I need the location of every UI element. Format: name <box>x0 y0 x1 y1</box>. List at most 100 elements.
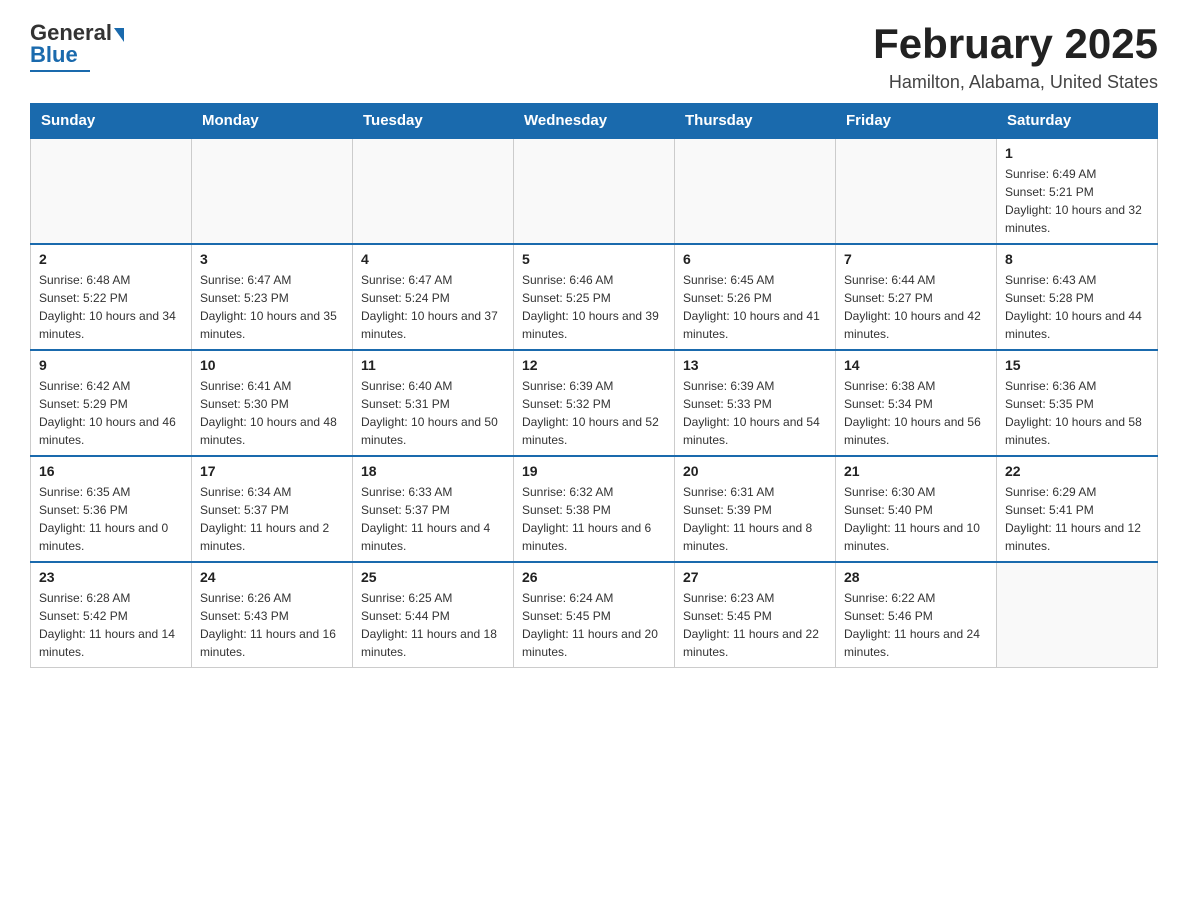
calendar-day-cell <box>31 138 192 244</box>
logo: General Blue <box>30 20 126 72</box>
calendar-day-cell: 3 Sunrise: 6:47 AMSunset: 5:23 PMDaylight… <box>192 244 353 350</box>
day-info: Sunrise: 6:23 AMSunset: 5:45 PMDaylight:… <box>683 589 827 661</box>
calendar-day-cell: 6 Sunrise: 6:45 AMSunset: 5:26 PMDaylight… <box>675 244 836 350</box>
calendar-day-cell: 8 Sunrise: 6:43 AMSunset: 5:28 PMDaylight… <box>997 244 1158 350</box>
weekday-header-saturday: Saturday <box>997 104 1158 139</box>
calendar-table: SundayMondayTuesdayWednesdayThursdayFrid… <box>30 103 1158 668</box>
logo-blue-text: Blue <box>30 42 78 68</box>
location-subtitle: Hamilton, Alabama, United States <box>873 72 1158 93</box>
day-number: 5 <box>522 251 666 267</box>
day-number: 4 <box>361 251 505 267</box>
day-info: Sunrise: 6:22 AMSunset: 5:46 PMDaylight:… <box>844 589 988 661</box>
day-number: 22 <box>1005 463 1149 479</box>
day-number: 17 <box>200 463 344 479</box>
day-info: Sunrise: 6:30 AMSunset: 5:40 PMDaylight:… <box>844 483 988 555</box>
day-info: Sunrise: 6:44 AMSunset: 5:27 PMDaylight:… <box>844 271 988 343</box>
day-info: Sunrise: 6:33 AMSunset: 5:37 PMDaylight:… <box>361 483 505 555</box>
calendar-day-cell: 1 Sunrise: 6:49 AMSunset: 5:21 PMDaylight… <box>997 138 1158 244</box>
day-number: 13 <box>683 357 827 373</box>
calendar-day-cell: 14 Sunrise: 6:38 AMSunset: 5:34 PMDayligh… <box>836 350 997 456</box>
weekday-header-wednesday: Wednesday <box>514 104 675 139</box>
calendar-day-cell: 7Sunrise: 6:44 AMSunset: 5:27 PMDaylight… <box>836 244 997 350</box>
day-number: 21 <box>844 463 988 479</box>
calendar-week-3: 9 Sunrise: 6:42 AMSunset: 5:29 PMDaylight… <box>31 350 1158 456</box>
calendar-header: SundayMondayTuesdayWednesdayThursdayFrid… <box>31 104 1158 139</box>
weekday-header-monday: Monday <box>192 104 353 139</box>
day-info: Sunrise: 6:49 AMSunset: 5:21 PMDaylight:… <box>1005 165 1149 237</box>
calendar-day-cell: 17 Sunrise: 6:34 AMSunset: 5:37 PMDayligh… <box>192 456 353 562</box>
day-number: 24 <box>200 569 344 585</box>
day-info: Sunrise: 6:36 AMSunset: 5:35 PMDaylight:… <box>1005 377 1149 449</box>
day-number: 15 <box>1005 357 1149 373</box>
calendar-day-cell: 19 Sunrise: 6:32 AMSunset: 5:38 PMDayligh… <box>514 456 675 562</box>
calendar-week-1: 1 Sunrise: 6:49 AMSunset: 5:21 PMDaylight… <box>31 138 1158 244</box>
calendar-day-cell: 27 Sunrise: 6:23 AMSunset: 5:45 PMDayligh… <box>675 562 836 668</box>
calendar-day-cell: 24 Sunrise: 6:26 AMSunset: 5:43 PMDayligh… <box>192 562 353 668</box>
month-title: February 2025 <box>873 20 1158 68</box>
day-number: 23 <box>39 569 183 585</box>
day-info: Sunrise: 6:25 AMSunset: 5:44 PMDaylight:… <box>361 589 505 661</box>
day-info: Sunrise: 6:48 AMSunset: 5:22 PMDaylight:… <box>39 271 183 343</box>
day-number: 10 <box>200 357 344 373</box>
day-number: 16 <box>39 463 183 479</box>
day-number: 27 <box>683 569 827 585</box>
day-info: Sunrise: 6:39 AMSunset: 5:33 PMDaylight:… <box>683 377 827 449</box>
calendar-day-cell: 2Sunrise: 6:48 AMSunset: 5:22 PMDaylight… <box>31 244 192 350</box>
calendar-day-cell: 28 Sunrise: 6:22 AMSunset: 5:46 PMDayligh… <box>836 562 997 668</box>
day-info: Sunrise: 6:45 AMSunset: 5:26 PMDaylight:… <box>683 271 827 343</box>
weekday-header-row: SundayMondayTuesdayWednesdayThursdayFrid… <box>31 104 1158 139</box>
calendar-week-2: 2Sunrise: 6:48 AMSunset: 5:22 PMDaylight… <box>31 244 1158 350</box>
day-info: Sunrise: 6:38 AMSunset: 5:34 PMDaylight:… <box>844 377 988 449</box>
calendar-day-cell <box>997 562 1158 668</box>
day-number: 26 <box>522 569 666 585</box>
calendar-day-cell <box>353 138 514 244</box>
day-number: 3 <box>200 251 344 267</box>
day-number: 9 <box>39 357 183 373</box>
day-info: Sunrise: 6:34 AMSunset: 5:37 PMDaylight:… <box>200 483 344 555</box>
day-number: 11 <box>361 357 505 373</box>
weekday-header-friday: Friday <box>836 104 997 139</box>
day-info: Sunrise: 6:42 AMSunset: 5:29 PMDaylight:… <box>39 377 183 449</box>
day-info: Sunrise: 6:29 AMSunset: 5:41 PMDaylight:… <box>1005 483 1149 555</box>
day-number: 14 <box>844 357 988 373</box>
day-info: Sunrise: 6:39 AMSunset: 5:32 PMDaylight:… <box>522 377 666 449</box>
calendar-day-cell <box>675 138 836 244</box>
logo-underline <box>30 70 90 72</box>
day-number: 28 <box>844 569 988 585</box>
day-number: 1 <box>1005 145 1149 161</box>
weekday-header-thursday: Thursday <box>675 104 836 139</box>
day-info: Sunrise: 6:26 AMSunset: 5:43 PMDaylight:… <box>200 589 344 661</box>
day-number: 25 <box>361 569 505 585</box>
calendar-day-cell <box>836 138 997 244</box>
calendar-day-cell: 5 Sunrise: 6:46 AMSunset: 5:25 PMDaylight… <box>514 244 675 350</box>
calendar-day-cell: 20Sunrise: 6:31 AMSunset: 5:39 PMDayligh… <box>675 456 836 562</box>
day-number: 12 <box>522 357 666 373</box>
day-info: Sunrise: 6:47 AMSunset: 5:24 PMDaylight:… <box>361 271 505 343</box>
day-info: Sunrise: 6:43 AMSunset: 5:28 PMDaylight:… <box>1005 271 1149 343</box>
day-info: Sunrise: 6:40 AMSunset: 5:31 PMDaylight:… <box>361 377 505 449</box>
calendar-day-cell: 22 Sunrise: 6:29 AMSunset: 5:41 PMDayligh… <box>997 456 1158 562</box>
calendar-day-cell: 26 Sunrise: 6:24 AMSunset: 5:45 PMDayligh… <box>514 562 675 668</box>
weekday-header-sunday: Sunday <box>31 104 192 139</box>
calendar-day-cell: 23 Sunrise: 6:28 AMSunset: 5:42 PMDayligh… <box>31 562 192 668</box>
day-number: 8 <box>1005 251 1149 267</box>
calendar-day-cell: 18Sunrise: 6:33 AMSunset: 5:37 PMDayligh… <box>353 456 514 562</box>
calendar-body: 1 Sunrise: 6:49 AMSunset: 5:21 PMDaylight… <box>31 138 1158 668</box>
calendar-day-cell: 13 Sunrise: 6:39 AMSunset: 5:33 PMDayligh… <box>675 350 836 456</box>
day-info: Sunrise: 6:32 AMSunset: 5:38 PMDaylight:… <box>522 483 666 555</box>
logo-arrow-icon <box>114 28 124 42</box>
day-info: Sunrise: 6:47 AMSunset: 5:23 PMDaylight:… <box>200 271 344 343</box>
day-info: Sunrise: 6:24 AMSunset: 5:45 PMDaylight:… <box>522 589 666 661</box>
calendar-day-cell: 15 Sunrise: 6:36 AMSunset: 5:35 PMDayligh… <box>997 350 1158 456</box>
title-block: February 2025 Hamilton, Alabama, United … <box>873 20 1158 93</box>
calendar-day-cell <box>514 138 675 244</box>
day-info: Sunrise: 6:35 AMSunset: 5:36 PMDaylight:… <box>39 483 183 555</box>
calendar-day-cell <box>192 138 353 244</box>
calendar-day-cell: 21 Sunrise: 6:30 AMSunset: 5:40 PMDayligh… <box>836 456 997 562</box>
day-info: Sunrise: 6:28 AMSunset: 5:42 PMDaylight:… <box>39 589 183 661</box>
calendar-week-5: 23 Sunrise: 6:28 AMSunset: 5:42 PMDayligh… <box>31 562 1158 668</box>
day-number: 19 <box>522 463 666 479</box>
day-number: 6 <box>683 251 827 267</box>
day-info: Sunrise: 6:46 AMSunset: 5:25 PMDaylight:… <box>522 271 666 343</box>
weekday-header-tuesday: Tuesday <box>353 104 514 139</box>
